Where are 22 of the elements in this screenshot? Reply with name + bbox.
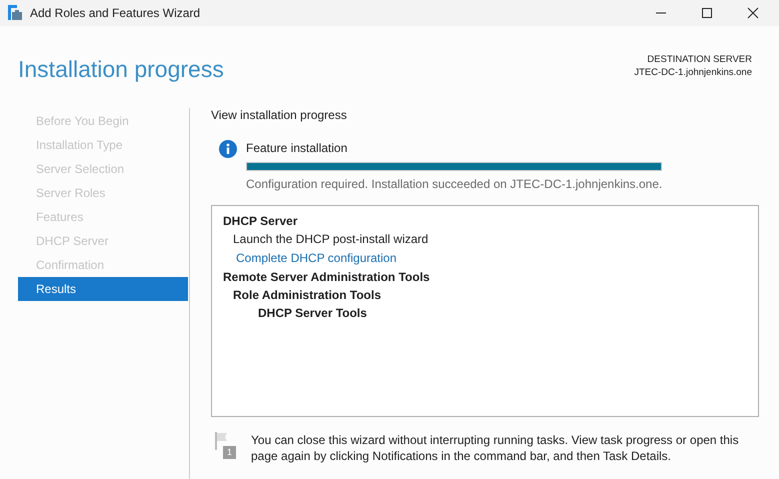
note-text: You can close this wizard without interrupting running tasks. View task progress or open this page again by clicking Notifications in the command bar, and then Task Details. <box>251 432 740 464</box>
sidebar-item[interactable]: Installation Type <box>18 133 189 157</box>
sidebar-item[interactable]: DHCP Server <box>18 229 189 253</box>
result-heading: DHCP Server <box>223 213 298 230</box>
section-heading: View installation progress <box>211 108 347 122</box>
result-link[interactable]: Complete DHCP configuration <box>233 248 397 268</box>
result-text: Launch the DHCP post-install wizard <box>233 231 428 248</box>
status-message: Configuration required. Installation succeeded on JTEC-DC-1.johnjenkins.one. <box>246 177 662 191</box>
destination-label: DESTINATION SERVER <box>647 53 752 66</box>
sidebar-item[interactable]: Confirmation <box>18 253 189 277</box>
result-heading: Remote Server Administration Tools <box>223 269 430 286</box>
server-name: JTEC-DC-1.johnjenkins.one <box>634 66 752 79</box>
sidebar-item[interactable]: Before You Begin <box>18 109 189 133</box>
sidebar-item[interactable]: Server Roles <box>18 181 189 205</box>
sidebar-item[interactable]: Results <box>18 277 188 301</box>
status-title: Feature installation <box>246 140 348 156</box>
result-heading: Role Administration Tools <box>233 287 382 304</box>
page-title: Installation progress <box>18 56 224 83</box>
window-title: Add Roles and Features Wizard <box>30 6 200 20</box>
result-heading: DHCP Server Tools <box>258 305 367 322</box>
sidebar-item[interactable]: Server Selection <box>18 157 189 181</box>
sidebar-item[interactable]: Features <box>18 205 189 229</box>
